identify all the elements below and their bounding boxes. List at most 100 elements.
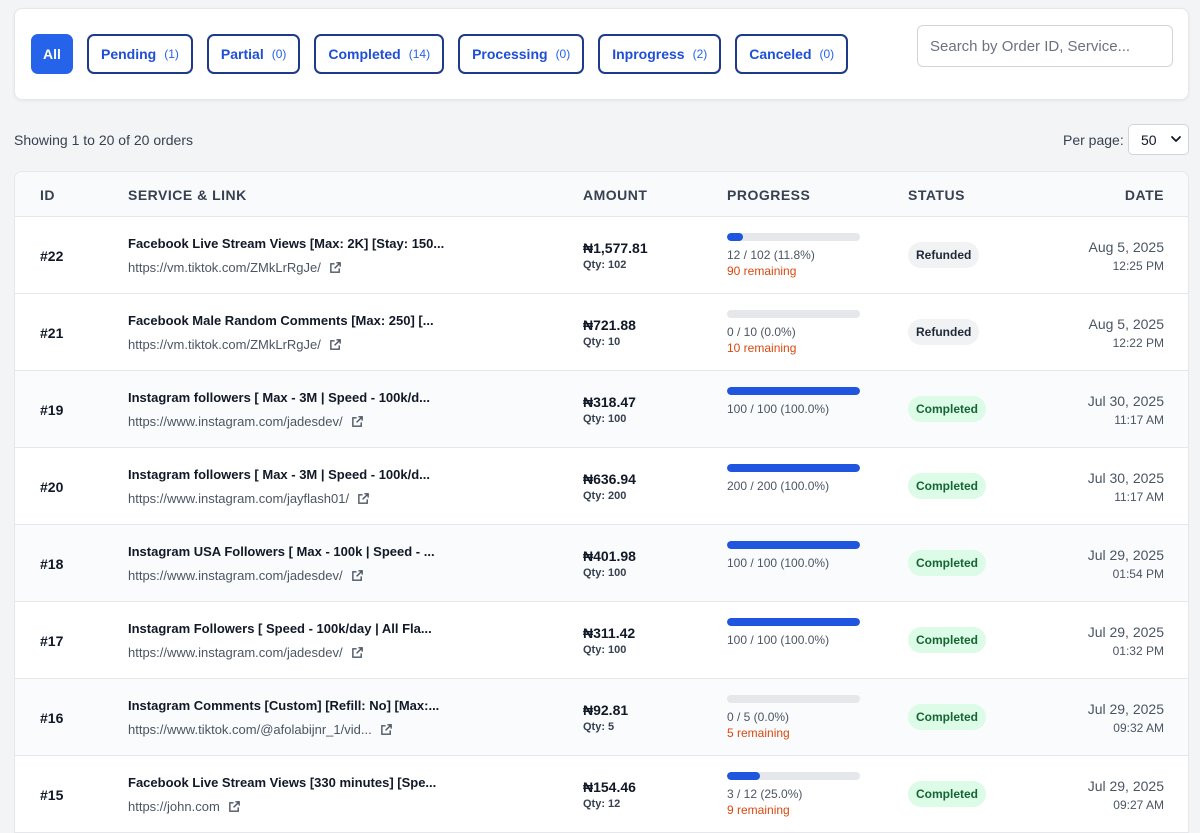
progress-bar	[727, 233, 860, 241]
progress-text: 100 / 100 (100.0%)	[727, 556, 830, 570]
link-text[interactable]: https://www.instagram.com/jayflash01/	[128, 491, 349, 506]
order-link[interactable]: https://www.instagram.com/jadesdev/	[128, 568, 364, 583]
status-badge: Completed	[908, 781, 987, 807]
table-row[interactable]: #17 Instagram Followers [ Speed - 100k/d…	[15, 602, 1188, 679]
tab-pending[interactable]: Pending (1)	[87, 34, 193, 74]
order-link[interactable]: https://www.instagram.com/jayflash01/	[128, 491, 370, 506]
link-text[interactable]: https://vm.tiktok.com/ZMkLrRgJe/	[128, 260, 321, 275]
link-text[interactable]: https://www.instagram.com/jadesdev/	[128, 414, 343, 429]
quantity: Qty: 12	[583, 798, 621, 810]
tab-processing[interactable]: Processing (0)	[458, 34, 585, 74]
order-date: Jul 29, 2025	[1087, 624, 1164, 640]
progress-text: 200 / 200 (100.0%)	[727, 479, 830, 493]
header-progress[interactable]: PROGRESS	[727, 187, 810, 203]
table-row[interactable]: #15 Facebook Live Stream Views [330 minu…	[15, 756, 1188, 833]
header-id[interactable]: ID	[40, 187, 55, 203]
service-name: Instagram followers [ Max - 3M | Speed -…	[128, 390, 430, 405]
order-id: #17	[40, 633, 64, 649]
external-link-icon[interactable]	[351, 415, 364, 428]
table-row[interactable]: #16 Instagram Comments [Custom] [Refill:…	[15, 679, 1188, 756]
progress-bar	[727, 772, 860, 780]
link-text[interactable]: https://www.tiktok.com/@afolabijnr_1/vid…	[128, 722, 372, 737]
order-date: Jul 29, 2025	[1087, 701, 1164, 717]
progress-bar	[727, 310, 860, 318]
external-link-icon[interactable]	[380, 723, 393, 736]
remaining-text: 5 remaining	[727, 726, 790, 740]
progress-bar	[727, 695, 860, 703]
order-link[interactable]: https://www.instagram.com/jadesdev/	[128, 414, 364, 429]
external-link-icon[interactable]	[329, 261, 342, 274]
order-id: #15	[40, 787, 64, 803]
amount: ₦1,577.81	[583, 240, 648, 256]
link-text[interactable]: https://vm.tiktok.com/ZMkLrRgJe/	[128, 337, 321, 352]
tab-completed[interactable]: Completed (14)	[314, 34, 445, 74]
amount: ₦721.88	[583, 317, 636, 333]
table-row[interactable]: #22 Facebook Live Stream Views [Max: 2K]…	[15, 217, 1188, 294]
link-text[interactable]: https://www.instagram.com/jadesdev/	[128, 645, 343, 660]
service-name: Instagram Comments [Custom] [Refill: No]…	[128, 698, 440, 713]
progress-fill	[727, 464, 860, 472]
status-tabs: All Pending (1) Partial (0) Completed (1…	[31, 34, 849, 74]
external-link-icon[interactable]	[357, 492, 370, 505]
header-status[interactable]: STATUS	[908, 187, 965, 203]
status-badge: Completed	[908, 396, 987, 422]
tab-canceled[interactable]: Canceled (0)	[735, 34, 849, 74]
tab-partial[interactable]: Partial (0)	[206, 34, 301, 74]
per-page-label: Per page:	[1063, 132, 1124, 148]
chevron-down-icon	[1171, 136, 1181, 142]
filter-card: All Pending (1) Partial (0) Completed (1…	[14, 8, 1189, 100]
tab-count: (1)	[164, 47, 179, 61]
table-row[interactable]: #21 Facebook Male Random Comments [Max: …	[15, 294, 1188, 371]
progress-text: 100 / 100 (100.0%)	[727, 402, 830, 416]
order-time: 11:17 AM	[1114, 490, 1164, 504]
order-link[interactable]: https://www.tiktok.com/@afolabijnr_1/vid…	[128, 722, 393, 737]
tab-label: Inprogress	[612, 46, 685, 62]
status-badge: Completed	[908, 550, 987, 576]
order-link[interactable]: https://www.instagram.com/jadesdev/	[128, 645, 364, 660]
status-badge: Refunded	[908, 319, 980, 345]
order-id: #18	[40, 556, 64, 572]
order-date: Jul 30, 2025	[1087, 393, 1164, 409]
link-text[interactable]: https://john.com	[128, 799, 220, 814]
order-date: Jul 29, 2025	[1087, 778, 1164, 794]
progress-bar	[727, 618, 860, 626]
link-text[interactable]: https://www.instagram.com/jadesdev/	[128, 568, 343, 583]
service-name: Instagram USA Followers [ Max - 100k | S…	[128, 544, 435, 559]
quantity: Qty: 200	[583, 490, 627, 502]
tab-inprogress[interactable]: Inprogress (2)	[598, 34, 722, 74]
tab-count: (2)	[692, 47, 708, 61]
progress-fill	[727, 233, 743, 241]
header-date[interactable]: DATE	[1125, 187, 1164, 203]
table-row[interactable]: #20 Instagram followers [ Max - 3M | Spe…	[15, 448, 1188, 525]
per-page-select[interactable]: 50	[1128, 124, 1189, 155]
table-row[interactable]: #19 Instagram followers [ Max - 3M | Spe…	[15, 371, 1188, 448]
tab-count: (14)	[408, 47, 431, 61]
external-link-icon[interactable]	[329, 338, 342, 351]
progress-bar	[727, 387, 860, 395]
external-link-icon[interactable]	[351, 569, 364, 582]
per-page-value: 50	[1141, 131, 1157, 148]
header-amount[interactable]: AMOUNT	[583, 187, 647, 203]
header-service[interactable]: SERVICE & LINK	[128, 187, 247, 203]
external-link-icon[interactable]	[351, 646, 364, 659]
tab-count: (0)	[819, 47, 835, 61]
external-link-icon[interactable]	[228, 800, 241, 813]
order-time: 01:54 PM	[1112, 567, 1164, 581]
order-link[interactable]: https://vm.tiktok.com/ZMkLrRgJe/	[128, 260, 342, 275]
order-link[interactable]: https://vm.tiktok.com/ZMkLrRgJe/	[128, 337, 342, 352]
tab-label: Canceled	[749, 46, 812, 62]
order-time: 01:32 PM	[1112, 644, 1164, 658]
remaining-text: 90 remaining	[727, 264, 797, 278]
table-row[interactable]: #18 Instagram USA Followers [ Max - 100k…	[15, 525, 1188, 602]
tab-all[interactable]: All	[31, 34, 73, 74]
amount: ₦401.98	[583, 548, 636, 564]
search-input[interactable]	[917, 25, 1173, 67]
progress-text: 12 / 102 (11.8%)	[727, 248, 815, 262]
tab-label: Processing	[472, 46, 548, 62]
order-link[interactable]: https://john.com	[128, 799, 241, 814]
progress-bar	[727, 541, 860, 549]
amount: ₦636.94	[583, 471, 636, 487]
order-date: Aug 5, 2025	[1088, 239, 1164, 255]
progress-text: 0 / 10 (0.0%)	[727, 325, 796, 339]
order-id: #20	[40, 479, 64, 495]
